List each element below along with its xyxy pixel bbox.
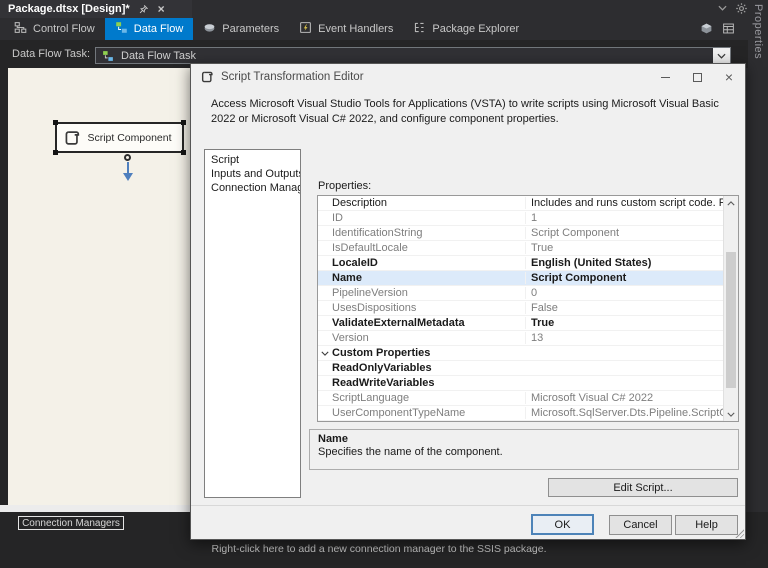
tab-parameters[interactable]: Parameters: [193, 18, 289, 40]
minimize-icon[interactable]: [649, 64, 681, 90]
selection-handle[interactable]: [181, 150, 186, 155]
event-handlers-icon: [299, 21, 312, 37]
properties-grid: Description Includes and runs custom scri…: [317, 195, 739, 422]
dialog-description: Access Microsoft Visual Studio Tools for…: [211, 98, 719, 125]
output-path-arrowhead: [123, 173, 133, 181]
dialog-titlebar[interactable]: Script Transformation Editor ×: [191, 64, 745, 90]
connection-managers-tab[interactable]: Connection Managers: [18, 516, 124, 530]
output-connector-dot[interactable]: [124, 154, 131, 161]
task-selector-label: Data Flow Task:: [12, 48, 91, 60]
design-horizontal-scrollbar[interactable]: [0, 505, 190, 512]
tab-control-flow[interactable]: Control Flow: [4, 18, 105, 40]
properties-grid-label: Properties:: [318, 180, 372, 192]
scroll-down-icon[interactable]: [724, 407, 738, 421]
data-flow-design-surface[interactable]: Script Component: [8, 68, 190, 505]
document-tab-strip: Package.dtsx [Design]* ×: [0, 0, 768, 18]
property-row-localeid[interactable]: LocaleID English (United States): [318, 256, 723, 271]
edit-script-button[interactable]: Edit Script...: [548, 478, 738, 497]
section-collapse-chevron-icon[interactable]: [318, 351, 332, 356]
form-grid-icon[interactable]: [722, 22, 735, 35]
script-icon: [63, 129, 81, 147]
design-left-gutter: [0, 68, 8, 505]
tab-package-explorer[interactable]: Package Explorer: [403, 18, 529, 40]
data-flow-icon: [115, 21, 128, 37]
document-tab[interactable]: Package.dtsx [Design]* ×: [0, 0, 192, 18]
dropdown-chevron-button[interactable]: [713, 48, 730, 63]
script-component-label: Script Component: [87, 131, 172, 144]
properties-grid-rows: Description Includes and runs custom scri…: [318, 196, 723, 421]
selection-handle[interactable]: [53, 150, 58, 155]
scrollbar-thumb[interactable]: [726, 252, 736, 388]
task-selector-dropdown[interactable]: Data Flow Task: [95, 47, 731, 64]
close-icon[interactable]: ×: [713, 64, 745, 90]
connection-managers-hint: Right-click here to add a new connection…: [211, 543, 547, 555]
property-row-readwritevariables[interactable]: ReadWriteVariables: [318, 376, 723, 391]
output-path-arrow[interactable]: [127, 162, 129, 173]
property-row-version[interactable]: Version 13: [318, 331, 723, 346]
dialog-separator: [191, 505, 745, 506]
parameters-icon: [203, 21, 216, 37]
property-row-isdefaultlocale[interactable]: IsDefaultLocale True: [318, 241, 723, 256]
property-row-validateexternalmetadata[interactable]: ValidateExternalMetadata True: [318, 316, 723, 331]
property-row-usercomponenttypename[interactable]: UserComponentTypeName Microsoft.SqlServer…: [318, 406, 723, 421]
property-row-identificationstring[interactable]: IdentificationString Script Component: [318, 226, 723, 241]
property-info-title: Name: [318, 433, 348, 445]
help-button[interactable]: Help: [675, 515, 738, 535]
control-flow-icon: [14, 21, 27, 37]
properties-side-tab-label: Properties: [752, 4, 764, 60]
package-icon[interactable]: [700, 22, 713, 35]
property-info-text: Specifies the name of the component.: [318, 446, 503, 458]
window-controls: ×: [649, 64, 745, 90]
ok-button[interactable]: OK: [531, 514, 594, 535]
property-row-usesdispositions[interactable]: UsesDispositions False: [318, 301, 723, 316]
dialog-title: Script Transformation Editor: [221, 71, 364, 83]
nav-item-inputs-and-outputs[interactable]: Inputs and Outputs: [205, 167, 300, 181]
data-flow-task-icon: [102, 50, 114, 62]
package-explorer-icon: [413, 21, 426, 37]
vs-ssis-window: Package.dtsx [Design]* × Properties Cont…: [0, 0, 768, 568]
document-tab-title: Package.dtsx [Design]*: [8, 3, 130, 15]
selection-handle[interactable]: [181, 120, 186, 125]
property-row-readonlyvariables[interactable]: ReadOnlyVariables: [318, 361, 723, 376]
toolbar-right-icons: [700, 22, 735, 35]
grid-scrollbar[interactable]: [723, 196, 738, 421]
script-component-node[interactable]: Script Component: [53, 120, 186, 155]
maximize-icon[interactable]: [681, 64, 713, 90]
scroll-up-icon[interactable]: [724, 196, 738, 210]
nav-item-script[interactable]: Script: [205, 153, 300, 167]
cancel-button[interactable]: Cancel: [609, 515, 672, 535]
property-section-custom-properties[interactable]: Custom Properties: [318, 346, 723, 361]
properties-side-tab[interactable]: Properties: [748, 0, 768, 170]
designer-toolbar: Control Flow Data Flow Parameters Event …: [0, 18, 748, 40]
script-icon: [200, 70, 214, 84]
property-row-description[interactable]: Description Includes and runs custom scri…: [318, 196, 723, 211]
property-row-scriptlanguage[interactable]: ScriptLanguage Microsoft Visual C# 2022: [318, 391, 723, 406]
property-row-pipelineversion[interactable]: PipelineVersion 0: [318, 286, 723, 301]
property-row-id[interactable]: ID 1: [318, 211, 723, 226]
script-transformation-editor-dialog: Script Transformation Editor × Access Mi…: [190, 63, 746, 540]
tab-data-flow[interactable]: Data Flow: [104, 18, 194, 40]
tab-event-handlers[interactable]: Event Handlers: [289, 18, 403, 40]
dialog-nav-list: Script Inputs and Outputs Connection Man…: [204, 149, 301, 498]
pin-icon[interactable]: [138, 3, 150, 15]
nav-item-connection-managers[interactable]: Connection Managers: [205, 181, 300, 195]
property-info-box: Name Specifies the name of the component…: [309, 429, 739, 470]
close-tab-icon[interactable]: ×: [158, 3, 165, 15]
chevron-down-icon[interactable]: [718, 5, 731, 18]
selection-handle[interactable]: [53, 120, 58, 125]
property-row-name[interactable]: Name Script Component: [318, 271, 723, 286]
task-selector-value: Data Flow Task: [121, 49, 196, 62]
gear-icon[interactable]: [735, 2, 748, 15]
